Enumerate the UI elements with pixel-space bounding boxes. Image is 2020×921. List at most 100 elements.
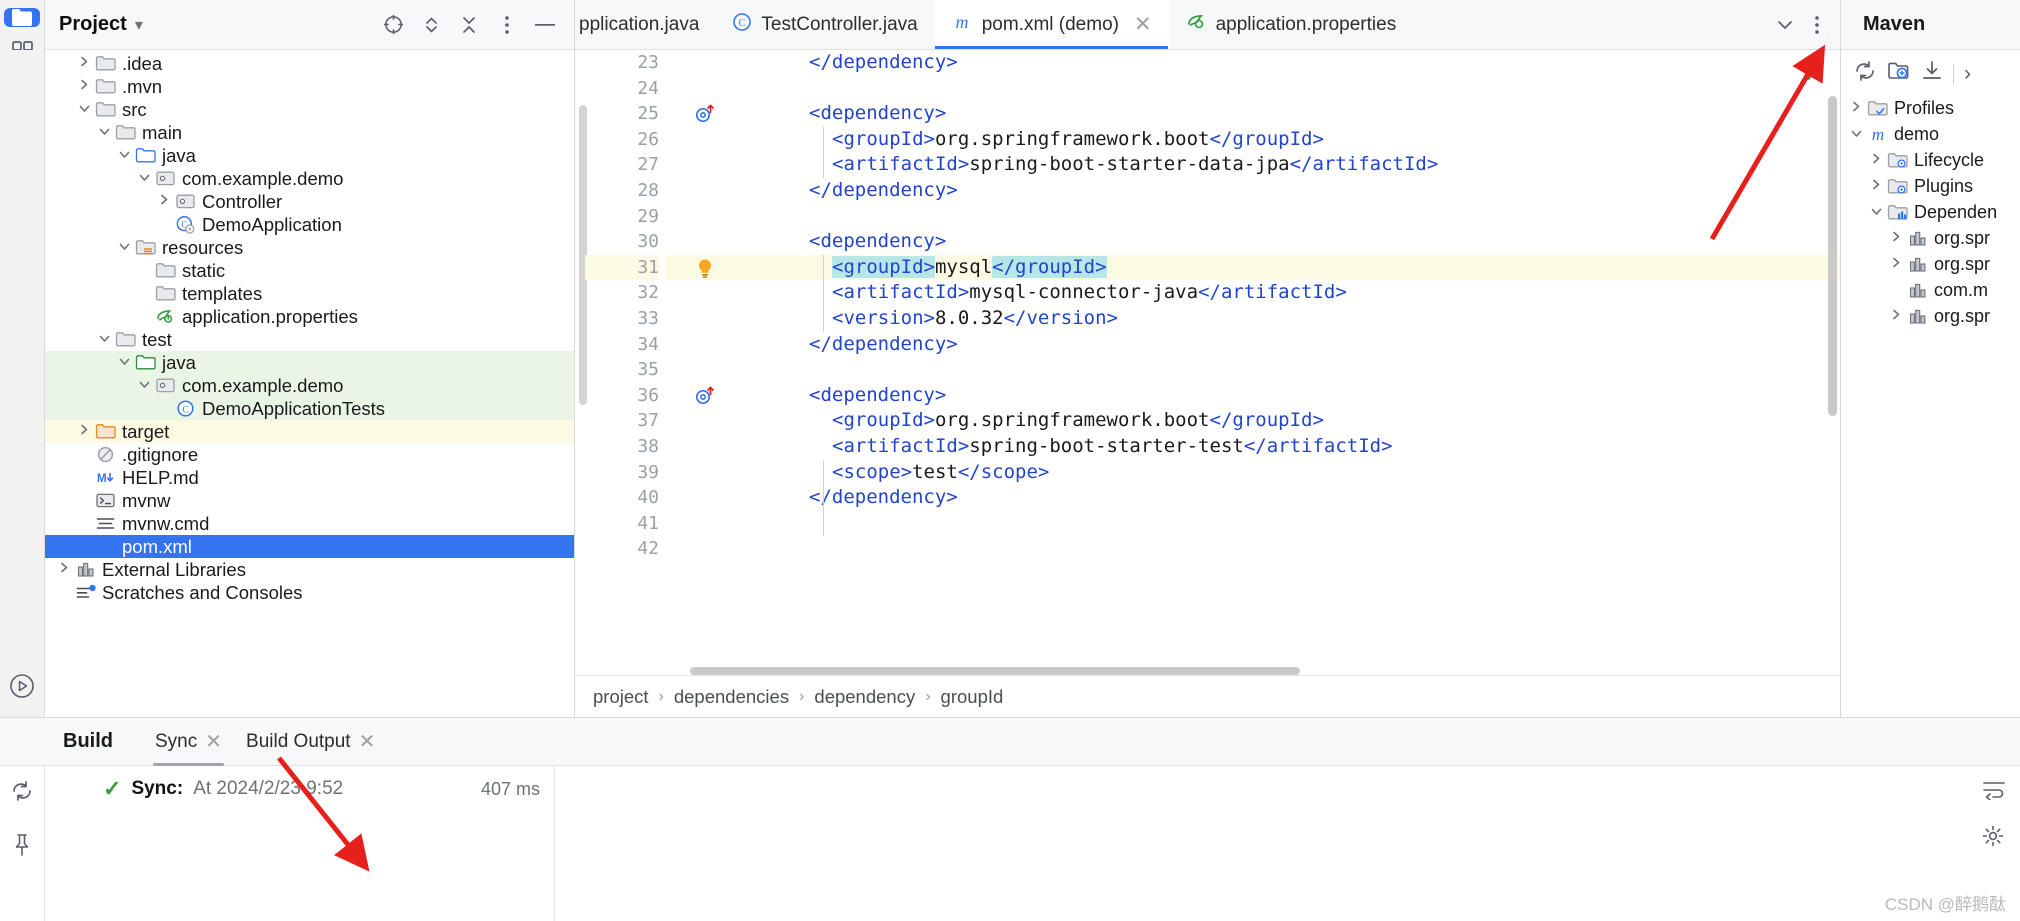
code-line[interactable]: <dependency> <box>745 101 1840 127</box>
code-line[interactable] <box>745 536 1840 562</box>
code-line[interactable]: </dependency> <box>745 332 1840 358</box>
chevron-down-icon[interactable] <box>115 147 134 164</box>
add-maven-project-icon[interactable] <box>1887 60 1911 87</box>
project-tree-item[interactable]: target <box>45 420 574 443</box>
chevron-down-icon[interactable] <box>1847 126 1866 143</box>
chevron-down-icon[interactable] <box>95 331 114 348</box>
project-tree-item[interactable]: Controller <box>45 190 574 213</box>
breadcrumb[interactable]: project › dependencies › dependency › groupId <box>575 675 1840 717</box>
chevron-right-icon[interactable] <box>75 55 94 72</box>
chevron-right-icon[interactable] <box>1867 152 1886 169</box>
project-tree-item[interactable]: static <box>45 259 574 282</box>
code-line[interactable]: <version>8.0.32</version> <box>745 306 1840 332</box>
code-line[interactable]: <groupId>org.springframework.boot</group… <box>745 408 1840 434</box>
options-menu-icon[interactable] <box>492 10 522 40</box>
expand-more-icon[interactable]: › <box>1964 62 1971 86</box>
download-sources-icon[interactable] <box>1921 60 1943 87</box>
project-tree-item[interactable]: C DemoApplicationTests <box>45 397 574 420</box>
chevron-down-icon[interactable] <box>115 354 134 371</box>
project-tree-item[interactable]: External Libraries <box>45 558 574 581</box>
project-tree-item[interactable]: m pom.xml <box>45 535 574 558</box>
tab-options-icon[interactable] <box>1802 10 1832 40</box>
breadcrumb-item[interactable]: dependencies <box>674 686 789 708</box>
code-line[interactable]: <scope>test</scope> <box>745 460 1840 486</box>
editor-tab-testcontroller-java[interactable]: C TestController.java <box>716 0 934 49</box>
intention-bulb-icon[interactable] <box>665 254 745 281</box>
editor-horizontal-scrollbar[interactable] <box>690 667 1300 675</box>
expand-collapse-icon[interactable] <box>416 10 446 40</box>
project-tree-item[interactable]: C DemoApplication <box>45 213 574 236</box>
maven-tree-item[interactable]: Plugins <box>1841 173 2020 199</box>
project-tree-item[interactable]: resources <box>45 236 574 259</box>
chevron-down-icon[interactable] <box>95 124 114 141</box>
pin-tab-icon[interactable] <box>12 833 32 862</box>
chevron-right-icon[interactable] <box>1887 256 1906 273</box>
collapse-all-icon[interactable] <box>454 10 484 40</box>
code-line[interactable]: </dependency> <box>745 178 1840 204</box>
tab-list-chevron-down-icon[interactable] <box>1770 10 1800 40</box>
code-line[interactable]: <artifactId>mysql-connector-java</artifa… <box>745 280 1840 306</box>
breadcrumb-item[interactable]: groupId <box>941 686 1004 708</box>
breadcrumb-item[interactable]: project <box>593 686 649 708</box>
select-opened-file-icon[interactable] <box>378 10 408 40</box>
project-tree-item[interactable]: application.properties <box>45 305 574 328</box>
close-icon[interactable]: ✕ <box>359 729 376 754</box>
build-result-tree[interactable]: ✓ Sync: At 2024/2/23 9:52 407 ms <box>45 766 555 921</box>
code-line[interactable]: <groupId>org.springframework.boot</group… <box>745 127 1840 153</box>
code-line[interactable] <box>745 76 1840 102</box>
code-line[interactable] <box>745 511 1840 537</box>
maven-dependency-navigate-icon[interactable] <box>665 101 745 127</box>
project-tree-item[interactable]: main <box>45 121 574 144</box>
editor-body[interactable]: 23 24 25 26 27 28 29 30 31 32 33 34 35 36 37 38 39 40 41 42… <box>575 50 1840 675</box>
code-line[interactable]: <artifactId>spring-boot-starter-test</ar… <box>745 434 1840 460</box>
inspection-status-ok-icon[interactable]: ✓ <box>1801 58 1824 89</box>
code-line[interactable]: </dependency> <box>745 485 1840 511</box>
maven-tree[interactable]: Profiles m demo Lifecycle Plugins Dependen org… <box>1841 95 2020 329</box>
chevron-right-icon[interactable] <box>55 561 74 578</box>
code-line[interactable] <box>745 357 1840 383</box>
reload-all-maven-projects-icon[interactable] <box>1853 60 1877 87</box>
editor-gutter-icons[interactable] <box>665 50 745 675</box>
project-tree-item[interactable]: java <box>45 144 574 167</box>
maven-tree-item[interactable]: org.spr <box>1841 251 2020 277</box>
chevron-right-icon[interactable] <box>75 78 94 95</box>
project-tree-item[interactable]: src <box>45 98 574 121</box>
chevron-down-icon[interactable] <box>135 377 154 394</box>
close-icon[interactable]: ✕ <box>205 729 222 754</box>
chevron-down-icon[interactable] <box>1867 204 1886 221</box>
run-icon[interactable] <box>4 669 40 703</box>
chevron-right-icon[interactable] <box>75 423 94 440</box>
project-folder-icon[interactable] <box>4 8 40 27</box>
hide-panel-icon[interactable] <box>530 10 560 40</box>
project-tree[interactable]: .idea .mvn src main java com.example.demo Cont… <box>45 50 575 717</box>
maven-tree-item[interactable]: Dependen <box>1841 199 2020 225</box>
project-tree-item[interactable]: com.example.demo <box>45 167 574 190</box>
project-tree-item[interactable]: test <box>45 328 574 351</box>
chevron-right-icon[interactable] <box>1887 230 1906 247</box>
project-tree-item[interactable]: .idea <box>45 52 574 75</box>
project-tree-item[interactable]: Scratches and Consoles <box>45 581 574 604</box>
maven-tree-item[interactable]: Profiles <box>1841 95 2020 121</box>
project-tree-item[interactable]: com.example.demo <box>45 374 574 397</box>
code-line[interactable]: </dependency> <box>745 50 1840 76</box>
chevron-right-icon[interactable] <box>1887 308 1906 325</box>
project-scope-chevron-down-icon[interactable]: ▾ <box>135 15 143 35</box>
rerun-sync-icon[interactable] <box>10 780 34 807</box>
editor-tab-application-java[interactable]: pplication.java <box>575 0 716 49</box>
editor-tab-pom-xml[interactable]: m pom.xml (demo) ✕ <box>934 0 1169 49</box>
code-content[interactable]: </dependency> <dependency> <groupId>org.s… <box>745 50 1840 675</box>
project-tree-item[interactable]: mvnw <box>45 489 574 512</box>
code-line[interactable]: <dependency> <box>745 383 1840 409</box>
chevron-right-icon[interactable] <box>1867 178 1886 195</box>
project-tree-item[interactable]: java <box>45 351 574 374</box>
editor-vertical-scrollbar[interactable] <box>1828 96 1837 416</box>
chevron-down-icon[interactable] <box>75 101 94 118</box>
close-icon[interactable]: ✕ <box>1134 14 1152 35</box>
code-line[interactable]: <dependency> <box>745 229 1840 255</box>
project-tree-item[interactable]: .mvn <box>45 75 574 98</box>
project-tree-item[interactable]: mvnw.cmd <box>45 512 574 535</box>
chevron-down-icon[interactable] <box>135 170 154 187</box>
project-tree-item[interactable]: M HELP.md <box>45 466 574 489</box>
chevron-right-icon[interactable] <box>1847 100 1866 117</box>
maven-tree-item[interactable]: Lifecycle <box>1841 147 2020 173</box>
